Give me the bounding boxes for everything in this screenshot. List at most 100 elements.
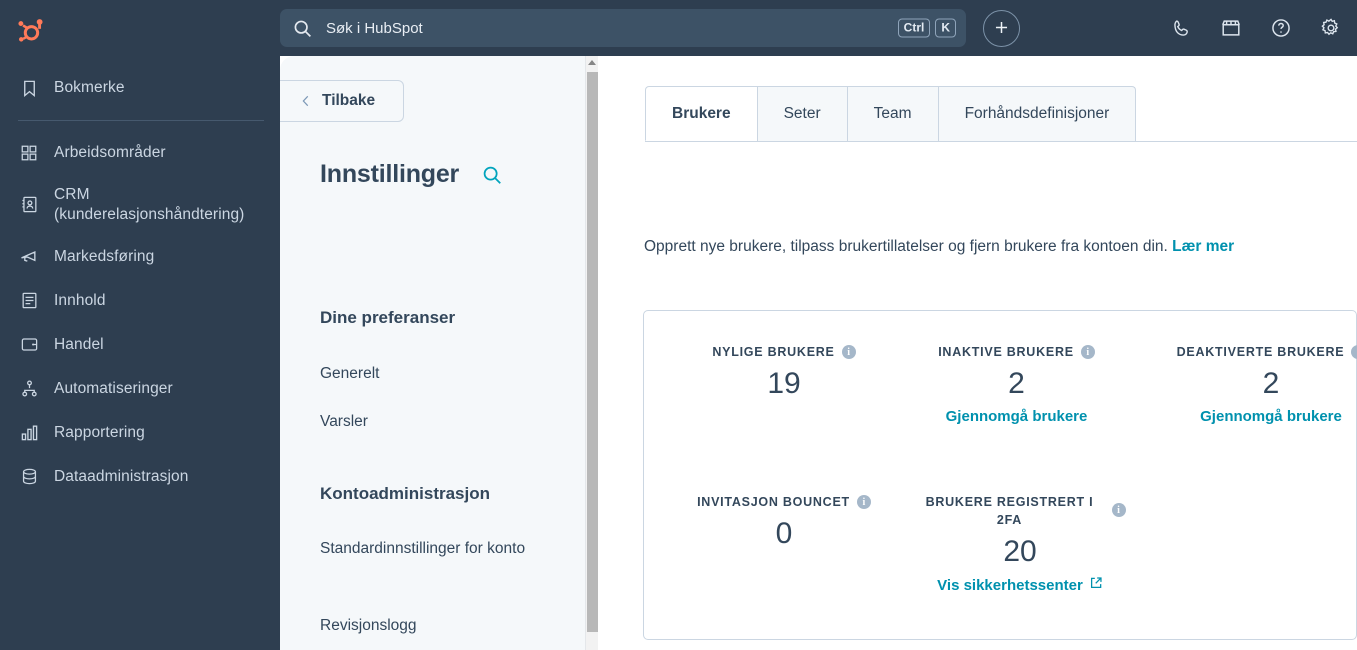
sidebar-item-automatiseringer[interactable]: Automatiseringer [0, 367, 280, 411]
database-icon [18, 466, 40, 488]
info-icon[interactable]: i [1351, 345, 1357, 359]
sidebar-item-standardinnstillinger[interactable]: Standardinnstillinger for konto [304, 533, 560, 565]
info-icon[interactable]: i [841, 345, 856, 359]
view-security-center-link[interactable]: Vis sikkerhetssenter [937, 576, 1103, 594]
stat-value: 2 [1008, 367, 1025, 401]
sidebar-item-varsler[interactable]: Varsler [304, 406, 560, 438]
stat-nylige-brukere: NYLIGE BRUKERE i 19 [644, 343, 924, 400]
hubspot-logo[interactable] [0, 0, 280, 56]
info-icon[interactable]: i [1111, 503, 1126, 517]
settings-gear-icon[interactable] [1319, 16, 1343, 40]
stat-label-row: INAKTIVE BRUKERE i [884, 343, 1149, 361]
sidebar-divider [18, 120, 264, 121]
page-description: Opprett nye brukere, tilpass brukertilla… [644, 238, 1234, 256]
search-shortcut-hint: Ctrl K [897, 18, 956, 38]
sidebar-item-crm[interactable]: CRM (kunderelasjonshåndtering) [0, 175, 280, 235]
tab-team[interactable]: Team [846, 86, 939, 141]
plus-icon [992, 18, 1011, 40]
stat-value: 20 [1003, 535, 1037, 569]
sidebar-item-rapportering[interactable]: Rapportering [0, 411, 280, 455]
bar-chart-icon [18, 422, 40, 444]
tabs-bottom-rule [645, 141, 1357, 142]
review-users-link[interactable]: Gjennomgå brukere [1200, 408, 1342, 425]
sidebar-item-label: Markedsføring [54, 247, 155, 265]
create-button[interactable] [983, 10, 1020, 47]
primary-nav-list: Bokmerke Arbeidsområder CRM (kunderelasj… [0, 66, 280, 499]
help-icon[interactable] [1269, 16, 1293, 40]
stat-label: INVITASJON BOUNCET [697, 495, 850, 509]
hubspot-logo-icon [18, 19, 43, 42]
view-security-center-label: Vis sikkerhetssenter [937, 576, 1083, 594]
shortcut-modifier-key: Ctrl [897, 18, 931, 38]
learn-more-link[interactable]: Lær mer [1172, 238, 1234, 255]
stat-label: INAKTIVE BRUKERE [938, 345, 1074, 359]
stat-value: 0 [775, 517, 793, 551]
grid-icon [18, 142, 40, 164]
stat-value: 19 [767, 367, 801, 401]
stat-label: DEAKTIVERTE BRUKERE [1176, 345, 1345, 359]
stat-label: NYLIGE BRUKERE [712, 345, 835, 359]
sidebar-item-arbeidsomrader[interactable]: Arbeidsområder [0, 131, 280, 175]
search-icon[interactable] [481, 164, 503, 186]
sidebar-item-revisjonslogg[interactable]: Revisjonslogg [304, 610, 560, 642]
global-search-text: Søk i HubSpot [326, 19, 423, 37]
workflow-icon [18, 378, 40, 400]
contacts-icon [18, 194, 40, 216]
back-button[interactable]: Tilbake [280, 80, 404, 122]
sidebar-item-innhold[interactable]: Innhold [0, 279, 280, 323]
phone-icon[interactable] [1169, 16, 1193, 40]
sidebar-item-bokmerke[interactable]: Bokmerke [0, 66, 280, 110]
settings-group-title-preferanser: Dine preferanser [320, 308, 456, 327]
review-users-link[interactable]: Gjennomgå brukere [946, 408, 1088, 425]
bookmark-icon [18, 77, 40, 99]
stat-label-row: DEAKTIVERTE BRUKERE i [1131, 343, 1357, 361]
main-content: Brukere Seter Team Forhåndsdefinisjoner … [598, 56, 1357, 650]
stat-label-row: NYLIGE BRUKERE i [644, 343, 924, 361]
shortcut-key: K [935, 18, 956, 38]
tab-forhandsdefinisjoner[interactable]: Forhåndsdefinisjoner [937, 86, 1137, 141]
stat-label-row: INVITASJON BOUNCET i [644, 493, 924, 511]
stat-brukere-registrert-2fa: BRUKERE REGISTRERT I 2FA i 20 Vis sikker… [889, 493, 1151, 595]
content-tabs: Brukere Seter Team Forhåndsdefinisjoner [645, 86, 1137, 141]
settings-sidebar: Tilbake Innstillinger Dine preferanser G… [280, 56, 598, 650]
sidebar-item-handel[interactable]: Handel [0, 323, 280, 367]
sidebar-item-label: Innhold [54, 291, 106, 309]
sidebar-item-dataadministrasjon[interactable]: Dataadministrasjon [0, 455, 280, 499]
stat-invitasjon-bouncet: INVITASJON BOUNCET i 0 [644, 493, 924, 550]
chevron-left-icon [299, 94, 313, 108]
global-search-input[interactable]: Søk i HubSpot Ctrl K [280, 9, 966, 47]
content-icon [18, 290, 40, 312]
stat-label: BRUKERE REGISTRERT I 2FA [925, 495, 1094, 528]
tab-seter[interactable]: Seter [756, 86, 848, 141]
sidebar-item-label: Bokmerke [54, 79, 125, 97]
wallet-icon [18, 334, 40, 356]
sidebar-item-label: Rapportering [54, 423, 145, 441]
search-icon [292, 18, 313, 39]
marketplace-icon[interactable] [1219, 16, 1243, 40]
hubspot-settings-page: Bokmerke Arbeidsområder CRM (kunderelasj… [0, 0, 1357, 650]
info-icon[interactable]: i [1080, 345, 1095, 359]
page-description-text: Opprett nye brukere, tilpass brukertilla… [644, 238, 1168, 255]
settings-sidebar-scrollbar[interactable] [585, 56, 598, 650]
scrollbar-thumb[interactable] [587, 72, 598, 632]
stat-deaktiverte-brukere: DEAKTIVERTE BRUKERE i 2 Gjennomgå bruker… [1131, 343, 1357, 426]
tab-brukere[interactable]: Brukere [645, 86, 758, 141]
sidebar-item-generelt[interactable]: Generelt [304, 358, 560, 390]
user-stats-card: NYLIGE BRUKERE i 19 INAKTIVE BRUKERE i 2… [643, 310, 1357, 640]
stat-inaktive-brukere: INAKTIVE BRUKERE i 2 Gjennomgå brukere [884, 343, 1149, 426]
scroll-up-arrow-icon[interactable] [588, 60, 596, 65]
stat-value: 2 [1262, 367, 1280, 401]
info-icon[interactable]: i [856, 495, 871, 509]
sidebar-item-markedsforing[interactable]: Markedsføring [0, 235, 280, 279]
stat-label-row: BRUKERE REGISTRERT I 2FA i [889, 493, 1151, 529]
sidebar-item-label: Dataadministrasjon [54, 467, 189, 485]
settings-group-title-kontoadministrasjon: Kontoadministrasjon [320, 484, 491, 503]
megaphone-icon [18, 246, 40, 268]
primary-sidebar: Bokmerke Arbeidsområder CRM (kunderelasj… [0, 0, 280, 650]
sidebar-item-label: Automatiseringer [54, 379, 173, 397]
back-button-label: Tilbake [322, 92, 376, 109]
external-link-icon [1089, 576, 1103, 594]
settings-header: Innstillinger [320, 160, 503, 189]
top-navigation-bar: Søk i HubSpot Ctrl K [280, 0, 1357, 56]
top-bar-icon-group [1169, 0, 1343, 56]
